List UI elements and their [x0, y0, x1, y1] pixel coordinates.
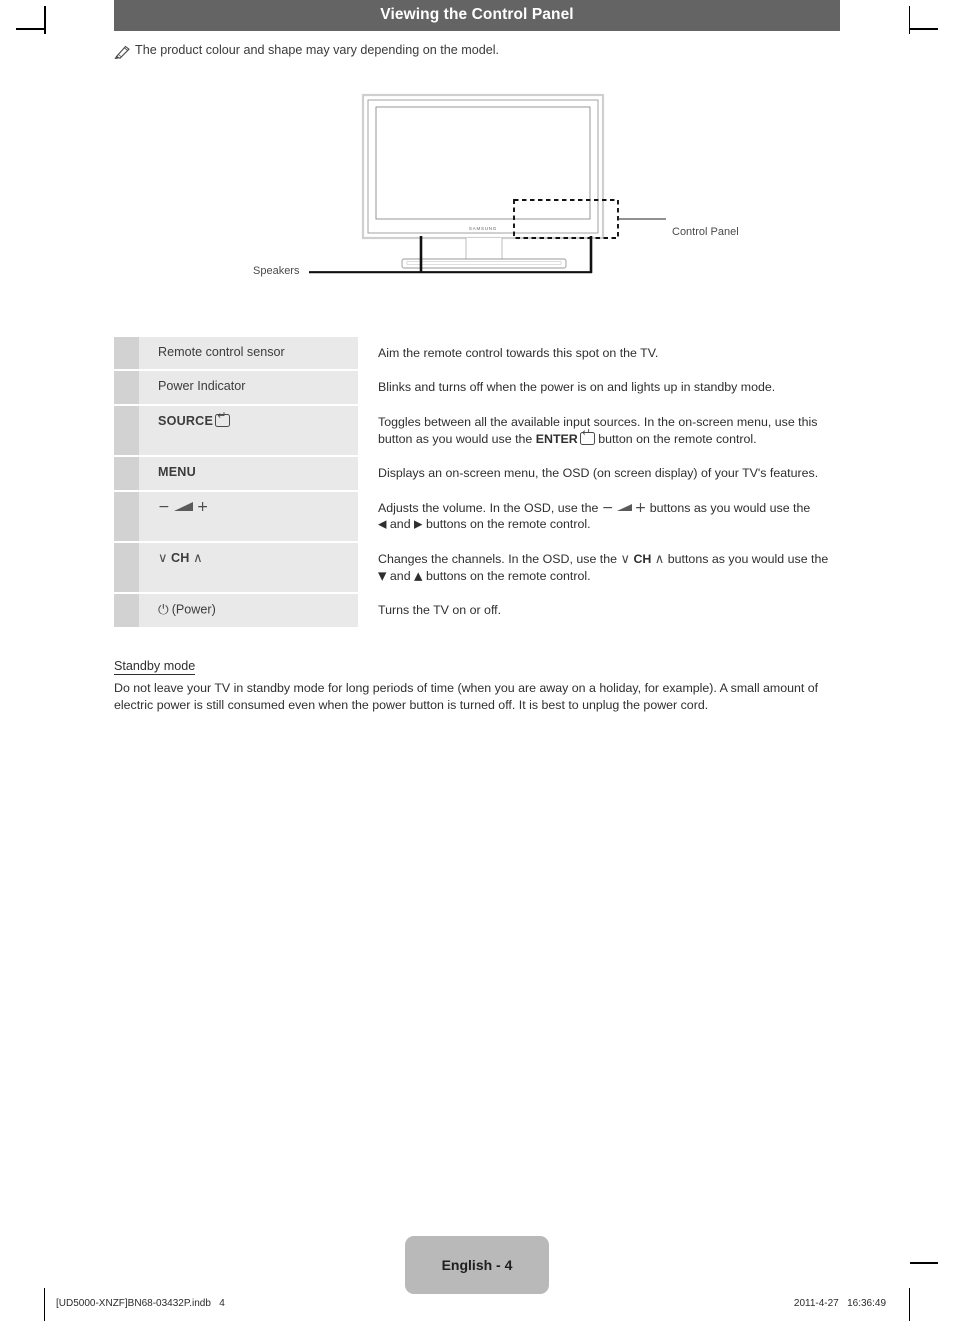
table-row: ∨ CH ∧ Changes the channels. In the OSD,…: [114, 542, 840, 595]
ch-desc-part3: buttons on the remote control.: [422, 568, 591, 583]
volume-desc-part3: buttons on the remote control.: [422, 517, 591, 532]
up-arrow-icon: ▲: [414, 568, 423, 582]
table-row: Remote control sensor Aim the remote con…: [114, 336, 840, 372]
chevron-up-icon: ∧: [654, 552, 665, 568]
footer-timestamp: 2011-4-27 16:36:49: [793, 1298, 886, 1309]
row-marker: [114, 456, 139, 492]
row-label-source: SOURCE: [139, 404, 358, 458]
crop-mark-bottom-right-vertical: [908, 1288, 910, 1321]
row-marker: [114, 404, 139, 458]
crop-mark-top-left-vertical: [44, 6, 46, 34]
chevron-up-icon: ∧: [193, 551, 203, 567]
tv-illustration: SAMSUNG: [309, 93, 666, 274]
crop-mark-top-right-horizontal: [910, 28, 938, 30]
ch-desc-part2: buttons as you would use the: [664, 552, 829, 566]
row-description-channel: Changes the channels. In the OSD, use th…: [358, 542, 840, 595]
row-label-menu: MENU: [139, 456, 358, 492]
row-marker: [114, 490, 139, 544]
enter-icon: [215, 410, 231, 428]
ch-desc-part1: Changes the channels. In the OSD, use th…: [378, 552, 621, 566]
minus-icon: −: [158, 498, 170, 515]
control-panel-spec-table: Remote control sensor Aim the remote con…: [114, 336, 840, 629]
note-pencil-icon: [114, 44, 131, 60]
chevron-down-icon: ∨: [158, 551, 168, 567]
row-marker: [114, 336, 139, 372]
volume-wedge-icon: [616, 504, 632, 511]
row-label-power: ⏻ (Power): [139, 593, 358, 629]
row-marker: [114, 542, 139, 595]
crop-mark-top-right-vertical: [908, 6, 910, 34]
footer-file-reference: [UD5000-XNZF]BN68-03432P.indb 4: [56, 1298, 225, 1309]
crop-mark-bottom-left-vertical: [44, 1288, 46, 1321]
ch-desc-and: and: [386, 568, 415, 583]
note-text: The product colour and shape may vary de…: [135, 43, 500, 57]
row-label-volume: − +: [139, 490, 358, 544]
source-desc-part2: button on the remote control.: [594, 431, 757, 446]
volume-desc-and: and: [386, 517, 415, 532]
row-description-menu: Displays an on-screen menu, the OSD (on …: [358, 456, 840, 492]
row-description-power: Turns the TV on or off.: [358, 593, 840, 629]
plus-icon: +: [634, 499, 647, 516]
volume-wedge-icon: [173, 501, 193, 511]
svg-text:SAMSUNG: SAMSUNG: [469, 226, 497, 231]
menu-label-text: MENU: [158, 465, 196, 480]
callout-speakers: Speakers: [253, 264, 300, 277]
table-row: SOURCE Toggles between all the available…: [114, 404, 840, 458]
right-arrow-icon: ▶: [414, 517, 423, 531]
row-label-channel: ∨ CH ∧: [139, 542, 358, 595]
enter-icon: [579, 427, 595, 445]
table-row: − + Adjusts the volume. In the OSD, use t…: [114, 490, 840, 544]
standby-heading-wrap: Standby mode: [114, 657, 840, 675]
ch-label-text: CH: [171, 551, 190, 565]
ch-inline-label: CH: [633, 552, 652, 566]
row-marker: [114, 370, 139, 406]
page-title: Viewing the Control Panel: [114, 0, 840, 31]
row-description-remote-sensor: Aim the remote control towards this spot…: [358, 336, 840, 372]
enter-label-text: ENTER: [535, 431, 578, 446]
table-row: ⏻ (Power) Turns the TV on or off.: [114, 593, 840, 629]
row-description-source: Toggles between all the available input …: [358, 404, 840, 458]
row-label-remote-sensor: Remote control sensor: [139, 336, 358, 372]
crop-mark-top-left-horizontal: [16, 28, 44, 30]
volume-desc-part2: buttons as you would use the: [646, 500, 811, 515]
row-marker: [114, 593, 139, 629]
standby-mode-section: Standby mode Do not leave your TV in sta…: [114, 657, 840, 714]
table-row: Power Indicator Blinks and turns off whe…: [114, 370, 840, 406]
tv-front-diagram: SAMSUNG Control Panel Speakers: [114, 87, 840, 299]
source-label-text: SOURCE: [158, 413, 214, 428]
minus-icon: −: [601, 499, 614, 516]
power-label-text: (Power): [171, 602, 216, 617]
standby-heading: Standby mode: [114, 658, 196, 675]
page-content: Viewing the Control Panel The product co…: [114, 0, 840, 714]
table-row: MENU Displays an on-screen menu, the OSD…: [114, 456, 840, 492]
page-number-badge: English - 4: [405, 1236, 549, 1294]
volume-desc-part1: Adjusts the volume. In the OSD, use the: [378, 500, 602, 515]
row-description-volume: Adjusts the volume. In the OSD, use the …: [358, 490, 840, 544]
callout-control-panel: Control Panel: [672, 225, 739, 238]
row-description-power-indicator: Blinks and turns off when the power is o…: [358, 370, 840, 406]
row-label-power-indicator: Power Indicator: [139, 370, 358, 406]
plus-icon: +: [196, 498, 209, 515]
page-number-text: English - 4: [441, 1257, 513, 1273]
note-callout: The product colour and shape may vary de…: [114, 43, 840, 60]
chevron-down-icon: ∨: [620, 552, 630, 568]
standby-body: Do not leave your TV in standby mode for…: [114, 680, 819, 712]
power-icon: ⏻: [158, 602, 169, 619]
crop-mark-bottom-right-horizontal: [910, 1262, 938, 1264]
